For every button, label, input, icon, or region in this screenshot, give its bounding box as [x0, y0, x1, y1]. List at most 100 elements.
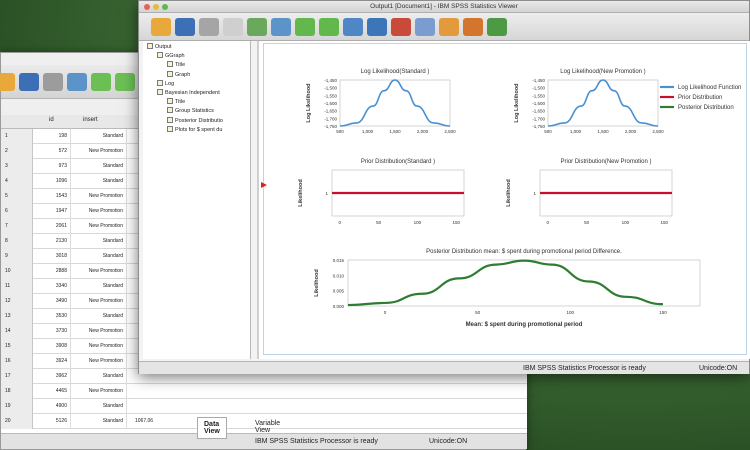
outline-item[interactable]: Bayesian Independent	[157, 89, 220, 96]
insert-cell[interactable]: New Promotion	[71, 144, 127, 159]
edit-icon[interactable]	[439, 18, 459, 36]
zoom-window-button[interactable]	[162, 4, 168, 10]
insert-cell[interactable]: Standard	[71, 279, 127, 294]
go-to-case-icon[interactable]	[367, 18, 387, 36]
export-icon[interactable]	[247, 18, 267, 36]
undo-icon[interactable]	[295, 18, 315, 36]
id-cell[interactable]: 1096	[33, 174, 71, 189]
insert-cell[interactable]: Standard	[71, 414, 127, 429]
empty-cells[interactable]	[127, 384, 527, 399]
id-cell[interactable]: 2061	[33, 219, 71, 234]
insert-cell[interactable]: New Promotion	[71, 324, 127, 339]
row-number-cell[interactable]: 1	[1, 129, 33, 144]
row-number-cell[interactable]: 3	[1, 159, 33, 174]
column-header-id[interactable]: id	[49, 117, 54, 123]
close-window-button[interactable]	[144, 4, 150, 10]
id-cell[interactable]: 1947	[33, 204, 71, 219]
empty-cells[interactable]	[127, 399, 527, 414]
insert-cell[interactable]: New Promotion	[71, 189, 127, 204]
open-icon[interactable]	[151, 18, 171, 36]
row-number-cell[interactable]: 17	[1, 369, 33, 384]
tab-variable-view[interactable]: Variable View	[249, 417, 286, 437]
row-number-cell[interactable]: 2	[1, 144, 33, 159]
id-cell[interactable]: 2130	[33, 234, 71, 249]
id-cell[interactable]: 3730	[33, 324, 71, 339]
row-number-cell[interactable]: 4	[1, 174, 33, 189]
outline-item[interactable]: Log	[157, 79, 174, 87]
save-icon[interactable]	[175, 18, 195, 36]
row-number-cell[interactable]: 12	[1, 294, 33, 309]
designate-window-icon[interactable]	[487, 18, 507, 36]
tab-data-view[interactable]: Data View	[197, 417, 227, 439]
go-to-data-icon[interactable]	[343, 18, 363, 36]
row-number-cell[interactable]: 11	[1, 279, 33, 294]
id-cell[interactable]: 4900	[33, 399, 71, 414]
insert-cell[interactable]: Standard	[71, 234, 127, 249]
column-header-insert[interactable]: insert	[83, 117, 98, 123]
id-cell[interactable]: 198	[33, 129, 71, 144]
redo-icon[interactable]	[115, 73, 135, 91]
row-number-cell[interactable]: 8	[1, 234, 33, 249]
row-number-cell[interactable]: 19	[1, 399, 33, 414]
id-cell[interactable]: 3490	[33, 294, 71, 309]
go-to-variable-icon[interactable]	[391, 18, 411, 36]
outline-item[interactable]: Output	[147, 43, 172, 50]
scripts-icon[interactable]	[463, 18, 483, 36]
row-number-cell[interactable]: 5	[1, 189, 33, 204]
id-cell[interactable]: 3530	[33, 309, 71, 324]
insert-cell[interactable]: Standard	[71, 249, 127, 264]
row-number-cell[interactable]: 16	[1, 354, 33, 369]
redo-icon[interactable]	[319, 18, 339, 36]
insert-cell[interactable]: New Promotion	[71, 339, 127, 354]
id-cell[interactable]: 4465	[33, 384, 71, 399]
outline-item[interactable]: Posterior Distributio	[167, 116, 223, 124]
minimize-window-button[interactable]	[153, 4, 159, 10]
outline-item[interactable]: Plots for $ spent du	[167, 125, 222, 133]
row-number-cell[interactable]: 13	[1, 309, 33, 324]
id-cell[interactable]: 2888	[33, 264, 71, 279]
row-number-cell[interactable]: 15	[1, 339, 33, 354]
row-number-cell[interactable]: 9	[1, 249, 33, 264]
outline-item[interactable]: Group Statistics	[167, 107, 214, 114]
id-cell[interactable]: 3962	[33, 369, 71, 384]
insert-cell[interactable]: New Promotion	[71, 354, 127, 369]
insert-cell[interactable]: Standard	[71, 159, 127, 174]
row-number-cell[interactable]: 20	[1, 414, 33, 429]
row-number-cell[interactable]: 18	[1, 384, 33, 399]
insert-cell[interactable]: New Promotion	[71, 264, 127, 279]
undo-icon[interactable]	[91, 73, 111, 91]
insert-cell[interactable]: Standard	[71, 174, 127, 189]
row-number-cell[interactable]: 10	[1, 264, 33, 279]
insert-cell[interactable]: New Promotion	[71, 204, 127, 219]
id-cell[interactable]: 572	[33, 144, 71, 159]
row-number-cell[interactable]: 14	[1, 324, 33, 339]
id-cell[interactable]: 3924	[33, 354, 71, 369]
outline-item[interactable]: Title	[167, 61, 185, 68]
open-icon[interactable]	[0, 73, 15, 91]
id-cell[interactable]: 3018	[33, 249, 71, 264]
id-cell[interactable]: 3908	[33, 339, 71, 354]
id-cell[interactable]: 3340	[33, 279, 71, 294]
outline-item[interactable]: Graph	[167, 70, 190, 78]
insert-cell[interactable]: New Promotion	[71, 219, 127, 234]
id-cell[interactable]: 5126	[33, 414, 71, 429]
save-icon[interactable]	[19, 73, 39, 91]
print-preview-icon[interactable]	[223, 18, 243, 36]
outline-item[interactable]: Title	[167, 98, 185, 105]
insert-cell[interactable]: New Promotion	[71, 294, 127, 309]
print-icon[interactable]	[43, 73, 63, 91]
row-number-cell[interactable]: 7	[1, 219, 33, 234]
id-cell[interactable]: 1543	[33, 189, 71, 204]
print-icon[interactable]	[199, 18, 219, 36]
insert-cell[interactable]: New Promotion	[71, 384, 127, 399]
outline-item[interactable]: GGraph	[157, 52, 185, 59]
row-number-cell[interactable]: 6	[1, 204, 33, 219]
variables-icon[interactable]	[415, 18, 435, 36]
dialog-recall-icon[interactable]	[67, 73, 87, 91]
insert-cell[interactable]: Standard	[71, 129, 127, 144]
insert-cell[interactable]: Standard	[71, 399, 127, 414]
insert-cell[interactable]: Standard	[71, 309, 127, 324]
insert-cell[interactable]: Standard	[71, 369, 127, 384]
id-cell[interactable]: 973	[33, 159, 71, 174]
dialog-recall-icon[interactable]	[271, 18, 291, 36]
